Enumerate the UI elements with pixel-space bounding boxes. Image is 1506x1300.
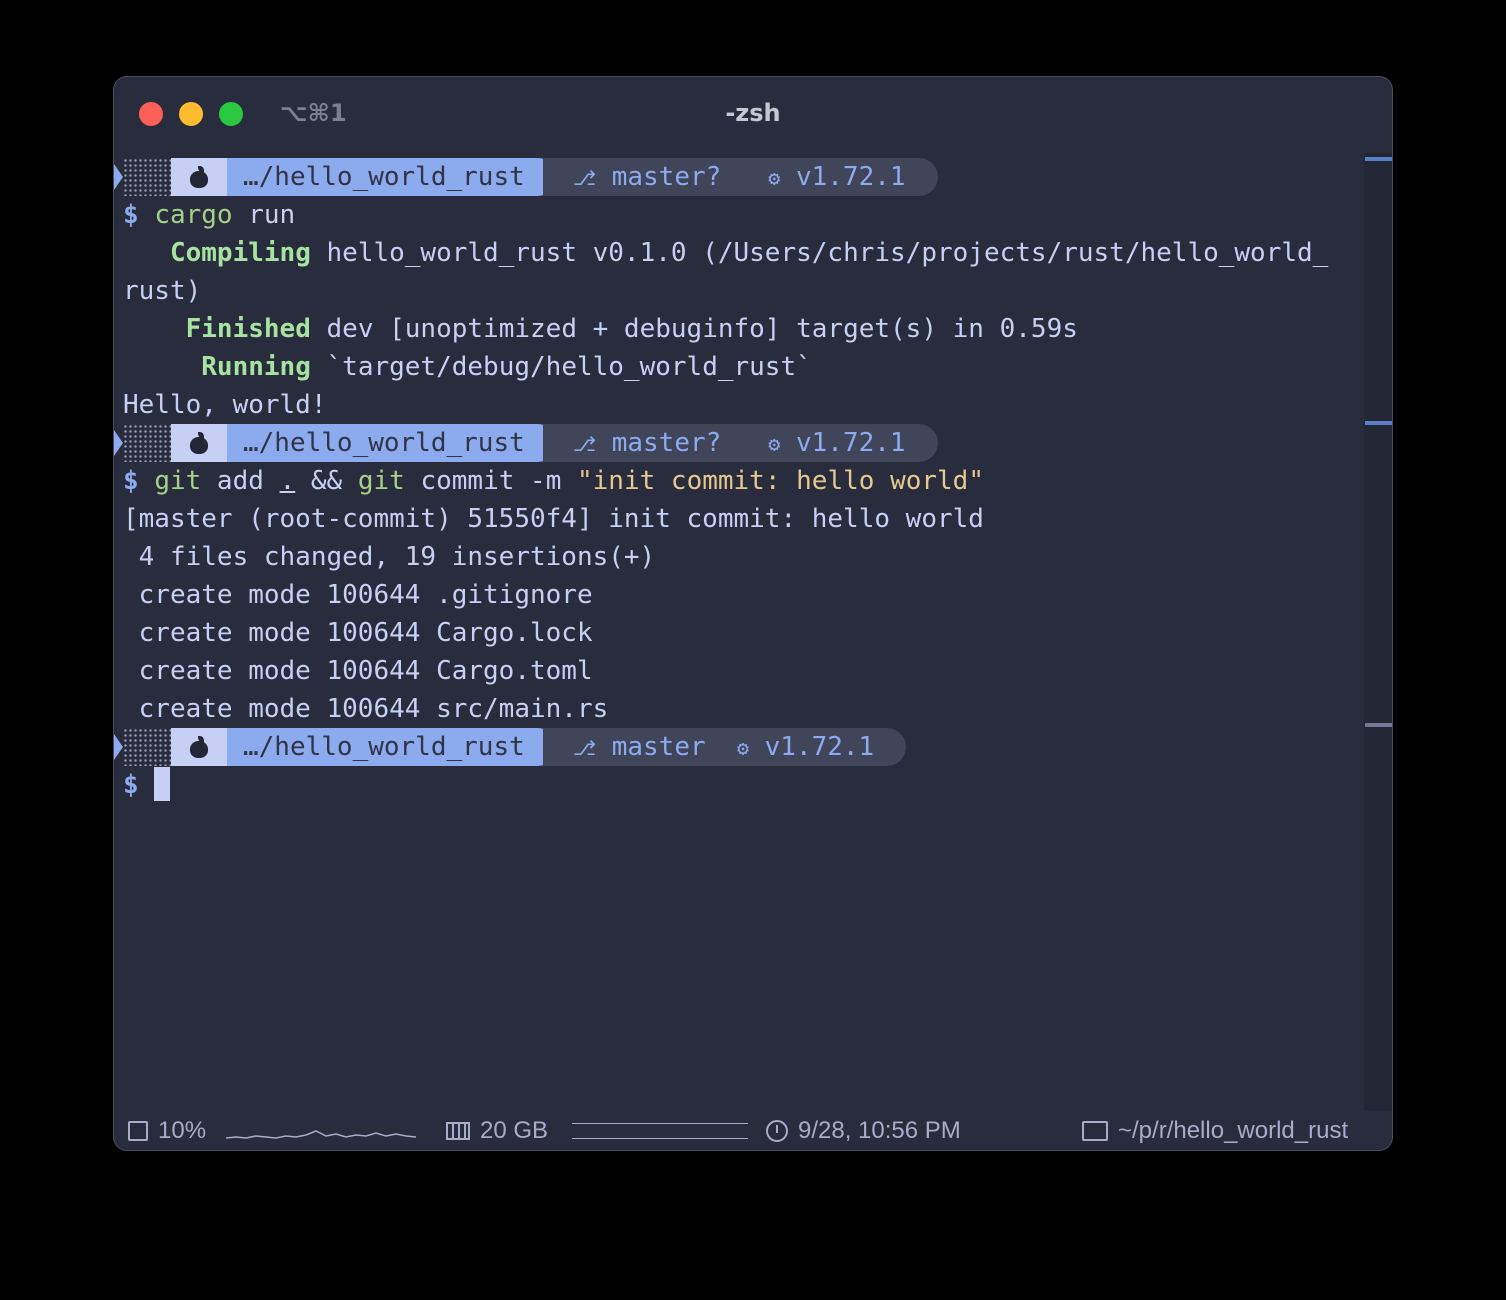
running-text: `target/debug/hello_world_rust` [310,352,812,382]
time-segment: ◷ 22:47 [913,158,1091,196]
branch-icon: ⎇ [573,432,597,456]
text-cursor [154,766,171,801]
command-args: commit -m [404,466,577,496]
output-line: [master (root-commit) 51550f4] init comm… [123,504,984,534]
clock-icon: ◷ [923,736,936,760]
status-bar: 10% 20 GB 9/28, 10:56 PM ~/p/r/hello_wor… [114,1111,1392,1150]
cpu-icon [128,1121,148,1141]
scrollbar[interactable] [1364,153,1392,1111]
prompt-bar: …/hello_world_rust ⎇ master ⚙ v1.72.1 ◷ … [114,728,1363,766]
branch-name: master? [611,428,722,458]
datetime-status[interactable]: 9/28, 10:56 PM [766,1117,961,1145]
output-line: create mode 100644 src/main.rs [123,694,609,724]
clock-icon [766,1120,788,1142]
cpu-value: 10% [158,1117,207,1144]
finished-text: dev [unoptimized + debuginfo] target(s) … [310,314,1078,344]
window-title: -zsh [725,99,781,127]
terminal-window: ⌥⌘1 -zsh …/hello_world_rust ⎇ master? ⚙ … [113,76,1393,1151]
scroll-mark [1365,723,1392,727]
prompt-time: 22:47 [980,162,1059,192]
rust-version: v1.72.1 [764,732,875,762]
terminal-output[interactable]: …/hello_world_rust ⎇ master? ⚙ v1.72.1 ◷… [114,158,1363,804]
cpu-status[interactable]: 10% [128,1117,417,1145]
memory-value: 20 GB [480,1117,549,1144]
cpu-sparkline [226,1130,417,1139]
output-line: Compiling hello_world_rust v0.1.0 (/User… [123,234,1363,272]
command-bin: git [154,466,202,496]
title-bar: ⌥⌘1 -zsh [114,77,1392,153]
command-bin: git [357,466,405,496]
output-line: Running `target/debug/hello_world_rust` [123,348,1363,386]
datetime-value: 9/28, 10:56 PM [798,1117,961,1144]
apple-icon [189,736,209,758]
os-segment [171,158,227,196]
prompt-bar: …/hello_world_rust ⎇ master? ⚙ v1.72.1 ◷… [114,424,1363,462]
command-args: run [232,200,296,230]
running-label: Running [201,352,311,382]
branch-name: master? [611,162,722,192]
command-and: && [295,466,358,496]
rust-version: v1.72.1 [795,162,906,192]
prompt-time: 22:48 [950,732,1029,762]
apple-icon [189,432,209,454]
prompt-symbol: $ [123,770,139,800]
path-segment: …/hello_world_rust [227,158,557,196]
rust-icon: ⚙ [736,736,749,760]
path-segment: …/hello_world_rust [227,424,557,462]
branch-icon: ⎇ [573,736,597,760]
prompt-time: 22:47 [980,428,1059,458]
prompt-dots [123,728,171,766]
command-dot: . [279,466,296,496]
prompt-dots [123,424,171,462]
output-line: create mode 100644 .gitignore [123,580,593,610]
git-segment: ⎇ master? ⚙ v1.72.1 [543,424,938,462]
prompt-dots [123,158,171,196]
rust-icon: ⚙ [768,166,781,190]
output-line: Finished dev [unoptimized + debuginfo] t… [123,310,1363,348]
commit-message: "init commit: hello world" [577,466,984,496]
branch-name: master [611,732,706,762]
time-segment: ◷ 22:48 [883,728,1061,766]
command-args: add [201,466,280,496]
memory-icon [446,1122,470,1140]
path-segment: …/hello_world_rust [227,728,557,766]
os-segment [171,424,227,462]
finished-label: Finished [185,314,311,344]
branch-icon: ⎇ [573,166,597,190]
memory-bar [572,1123,749,1139]
folder-status[interactable]: ~/p/r/hello_world_rust [1082,1117,1348,1145]
prompt-symbol: $ [123,200,139,230]
command-bin: cargo [154,200,233,230]
prompt-arrow-icon [114,734,123,760]
rust-version: v1.72.1 [795,428,906,458]
command-line: $ git add . && git commit -m "init commi… [123,462,1363,500]
time-segment: ◷ 22:47 [913,424,1091,462]
compiling-text: hello_world_rust v0.1.0 (/Users/chris/pr… [310,238,1329,268]
git-segment: ⎇ master ⚙ v1.72.1 [543,728,907,766]
prompt-symbol: $ [123,466,139,496]
output-line: 4 files changed, 19 insertions(+) [123,542,656,572]
git-segment: ⎇ master? ⚙ v1.72.1 [543,158,938,196]
command-line: $ cargo run [123,196,1363,234]
output-line: create mode 100644 Cargo.lock [123,618,593,648]
prompt-arrow-icon [114,430,123,456]
compiling-label: Compiling [169,238,311,268]
scroll-mark [1365,421,1392,425]
folder-path: ~/p/r/hello_world_rust [1118,1117,1349,1144]
clock-icon: ◷ [953,166,966,190]
folder-icon [1082,1121,1108,1141]
os-segment [171,728,227,766]
prompt-bar: …/hello_world_rust ⎇ master? ⚙ v1.72.1 ◷… [114,158,1363,196]
clock-icon: ◷ [953,432,966,456]
scroll-mark [1365,157,1392,161]
output-line: rust) [123,276,202,306]
apple-icon [189,166,209,188]
rust-icon: ⚙ [768,432,781,456]
output-line: Hello, world! [123,390,327,420]
command-line[interactable]: $ [123,766,1363,804]
prompt-arrow-icon [114,164,123,190]
memory-status[interactable]: 20 GB [446,1117,749,1145]
output-line: create mode 100644 Cargo.toml [123,656,593,686]
